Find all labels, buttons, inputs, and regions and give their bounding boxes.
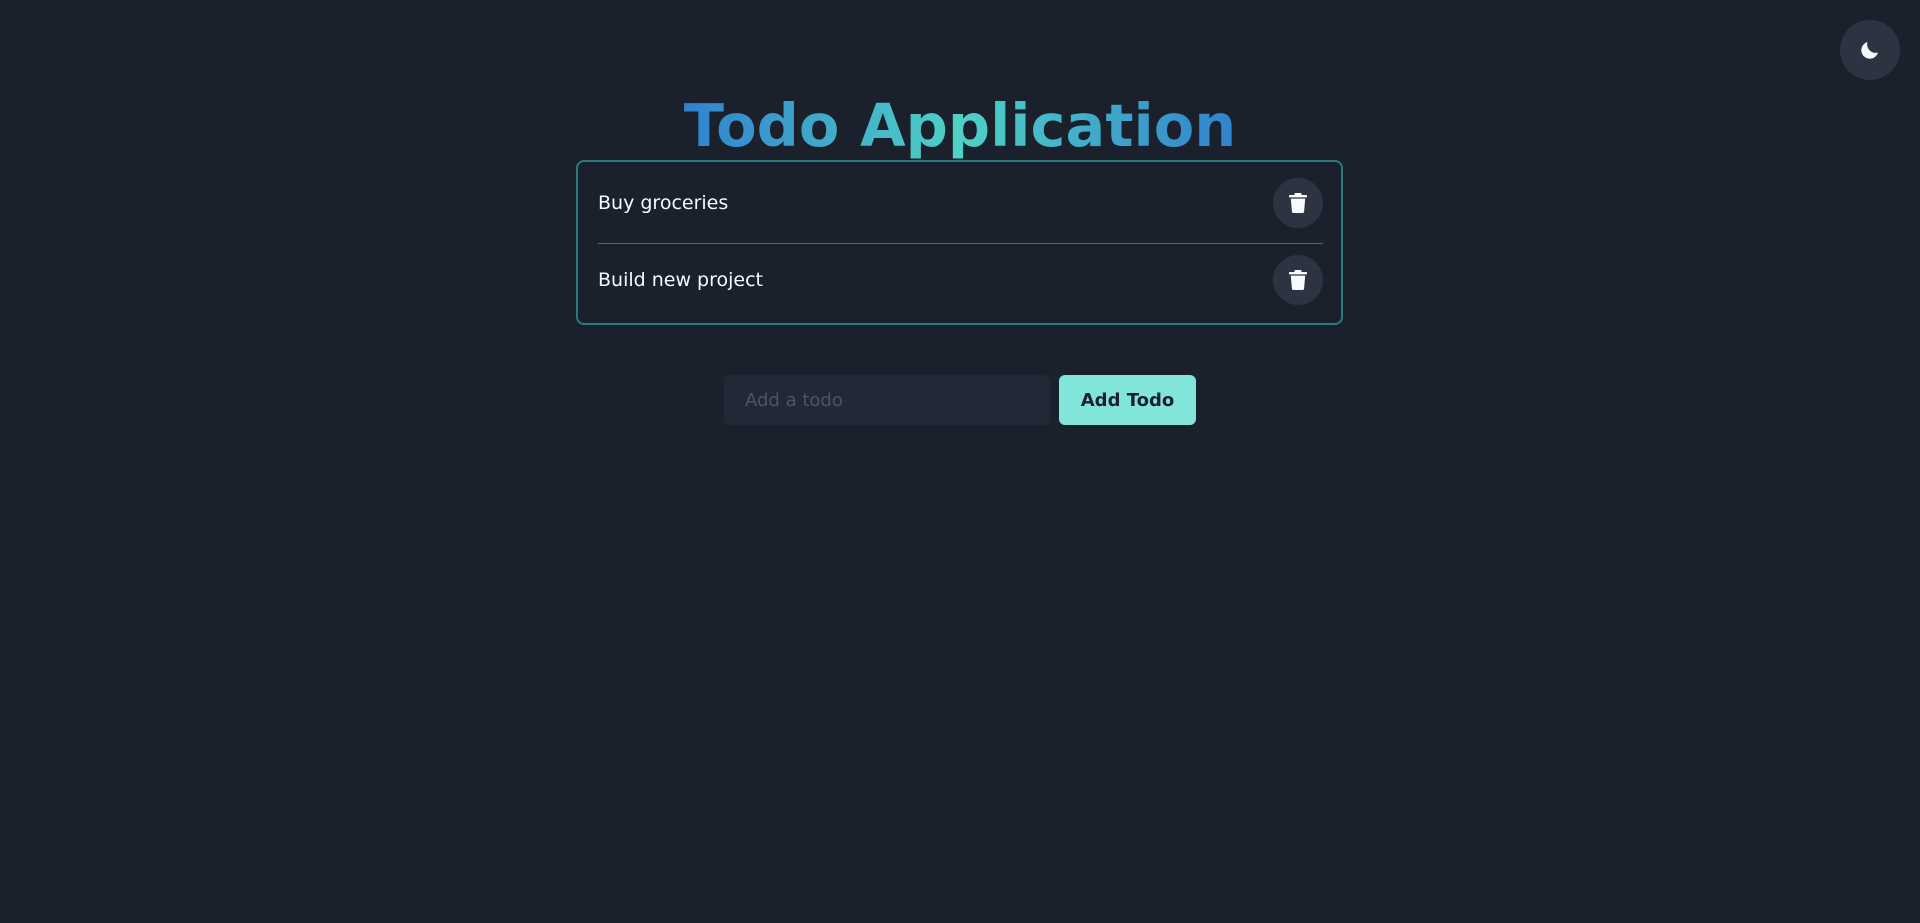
delete-todo-button[interactable] [1273, 254, 1323, 305]
todo-text: Buy groceries [598, 191, 729, 214]
theme-toggle-button[interactable] [1840, 20, 1900, 80]
todo-text: Build new project [598, 268, 763, 291]
add-todo-input[interactable] [724, 375, 1050, 425]
add-todo-button[interactable]: Add Todo [1059, 375, 1196, 425]
todo-item: Build new project [598, 244, 1323, 315]
moon-icon [1858, 38, 1882, 62]
todo-item: Buy groceries [598, 162, 1323, 244]
delete-todo-button[interactable] [1273, 177, 1323, 228]
todo-list: Buy groceries Build new project [576, 160, 1343, 325]
trash-icon [1289, 269, 1307, 290]
page-title: Todo Application [683, 91, 1237, 160]
trash-icon [1289, 192, 1307, 213]
